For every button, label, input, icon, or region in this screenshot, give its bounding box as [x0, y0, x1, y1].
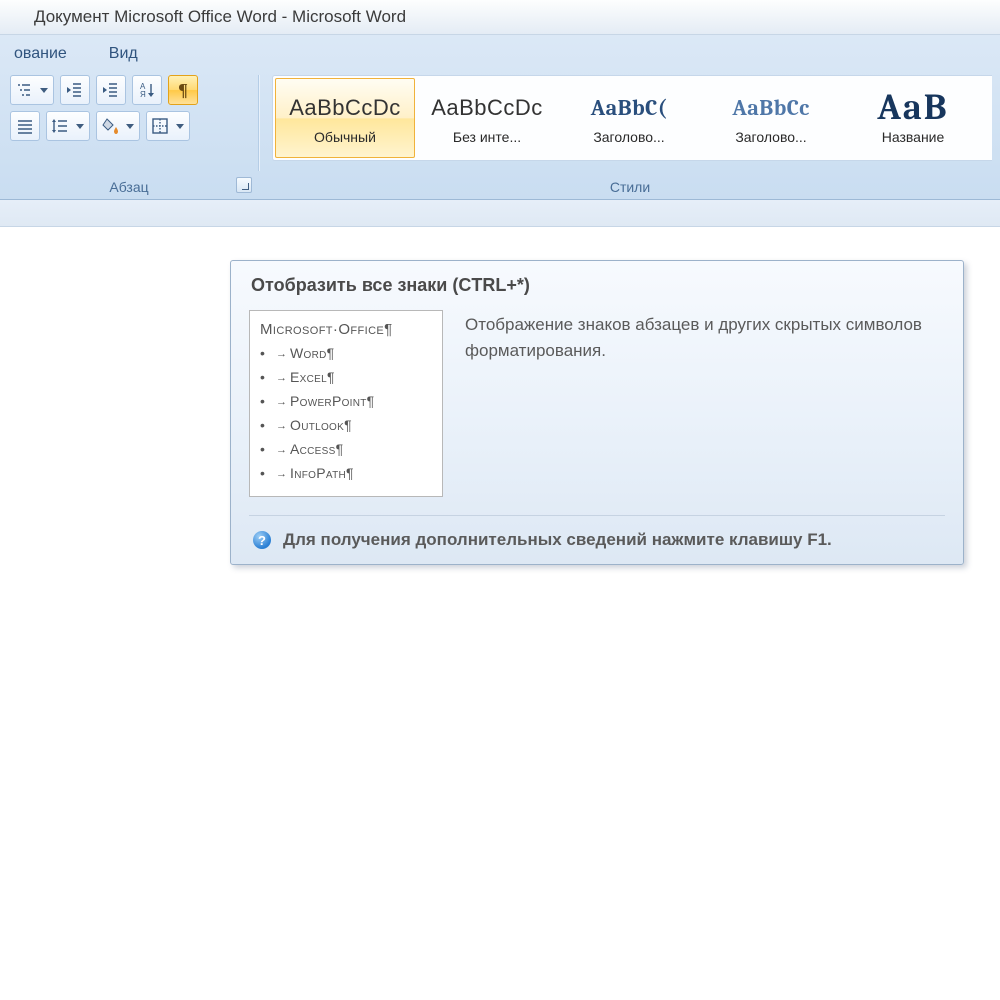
increase-indent-button[interactable] — [96, 75, 126, 105]
tab-label: ование — [14, 45, 67, 62]
style-sample: AaBbCcDc — [420, 91, 554, 125]
tooltip-preview-item: InfoPath¶ — [260, 462, 428, 486]
borders-button[interactable] — [146, 111, 190, 141]
style-no-spacing[interactable]: AaBbCcDc Без инте... — [417, 78, 557, 158]
multilevel-list-button[interactable] — [10, 75, 54, 105]
paragraph-dialog-launcher[interactable] — [236, 177, 252, 193]
style-label: Заголово... — [562, 129, 696, 145]
styles-gallery[interactable]: AaBbCcDc Обычный AaBbCcDc Без инте... Aa… — [272, 75, 992, 161]
svg-text:Я: Я — [140, 90, 146, 99]
show-formatting-marks-button[interactable]: ¶ — [168, 75, 198, 105]
tooltip-description: Отображение знаков абзацев и других скры… — [465, 310, 945, 364]
shading-button[interactable] — [96, 111, 140, 141]
increase-indent-icon — [102, 81, 120, 99]
ribbon: ование Вид АЯ — [0, 35, 1000, 200]
style-label: Заголово... — [704, 129, 838, 145]
align-justify-icon — [16, 117, 34, 135]
group-paragraph: АЯ ¶ — [0, 69, 258, 199]
align-justify-button[interactable] — [10, 111, 40, 141]
tooltip-preview-item: Excel¶ — [260, 366, 428, 390]
help-icon — [253, 531, 271, 549]
decrease-indent-button[interactable] — [60, 75, 90, 105]
style-sample: AaB — [846, 91, 980, 125]
style-label: Обычный — [278, 129, 412, 145]
sort-button[interactable]: АЯ — [132, 75, 162, 105]
line-spacing-icon — [51, 117, 69, 135]
tooltip-preview: Microsoft·Office¶ Word¶ Excel¶ PowerPoin… — [249, 310, 443, 497]
tooltip-preview-item: Word¶ — [260, 342, 428, 366]
style-label: Без инте... — [420, 129, 554, 145]
group-styles: AaBbCcDc Обычный AaBbCcDc Без инте... Aa… — [260, 69, 1000, 199]
tab-view[interactable]: Вид — [95, 39, 166, 69]
tooltip-title: Отобразить все знаки (CTRL+*) — [251, 275, 945, 296]
tooltip-footer: Для получения дополнительных сведений на… — [249, 515, 945, 564]
shading-icon — [101, 117, 119, 135]
tooltip-preview-item: Access¶ — [260, 438, 428, 462]
style-heading2[interactable]: AaBbCc Заголово... — [701, 78, 841, 158]
ribbon-tabs: ование Вид — [0, 35, 1000, 69]
style-normal[interactable]: AaBbCcDc Обычный — [275, 78, 415, 158]
tab-partial-left[interactable]: ование — [0, 39, 95, 69]
style-heading1[interactable]: AaBbC( Заголово... — [559, 78, 699, 158]
group-styles-label: Стили — [260, 179, 1000, 195]
tooltip-preview-item: Outlook¶ — [260, 414, 428, 438]
style-sample: AaBbCcDc — [278, 91, 412, 125]
style-label: Название — [846, 129, 980, 145]
pilcrow-icon: ¶ — [178, 80, 188, 101]
decrease-indent-icon — [66, 81, 84, 99]
window-title: Документ Microsoft Office Word - Microso… — [0, 0, 1000, 35]
tooltip-preview-item: PowerPoint¶ — [260, 390, 428, 414]
style-title[interactable]: AaB Название — [843, 78, 983, 158]
sort-icon: АЯ — [138, 81, 156, 99]
tab-label: Вид — [109, 45, 138, 62]
style-sample: AaBbC( — [562, 91, 696, 125]
line-spacing-button[interactable] — [46, 111, 90, 141]
group-paragraph-label: Абзац — [0, 179, 258, 195]
tooltip-footer-text: Для получения дополнительных сведений на… — [283, 530, 832, 550]
borders-icon — [151, 117, 169, 135]
ruler — [0, 200, 1000, 227]
window-title-text: Документ Microsoft Office Word - Microso… — [34, 7, 406, 27]
multilevel-list-icon — [15, 81, 33, 99]
tooltip-preview-heading: Microsoft·Office¶ — [260, 321, 428, 338]
supertooltip: Отобразить все знаки (CTRL+*) Microsoft·… — [230, 260, 964, 565]
style-sample: AaBbCc — [704, 91, 838, 125]
